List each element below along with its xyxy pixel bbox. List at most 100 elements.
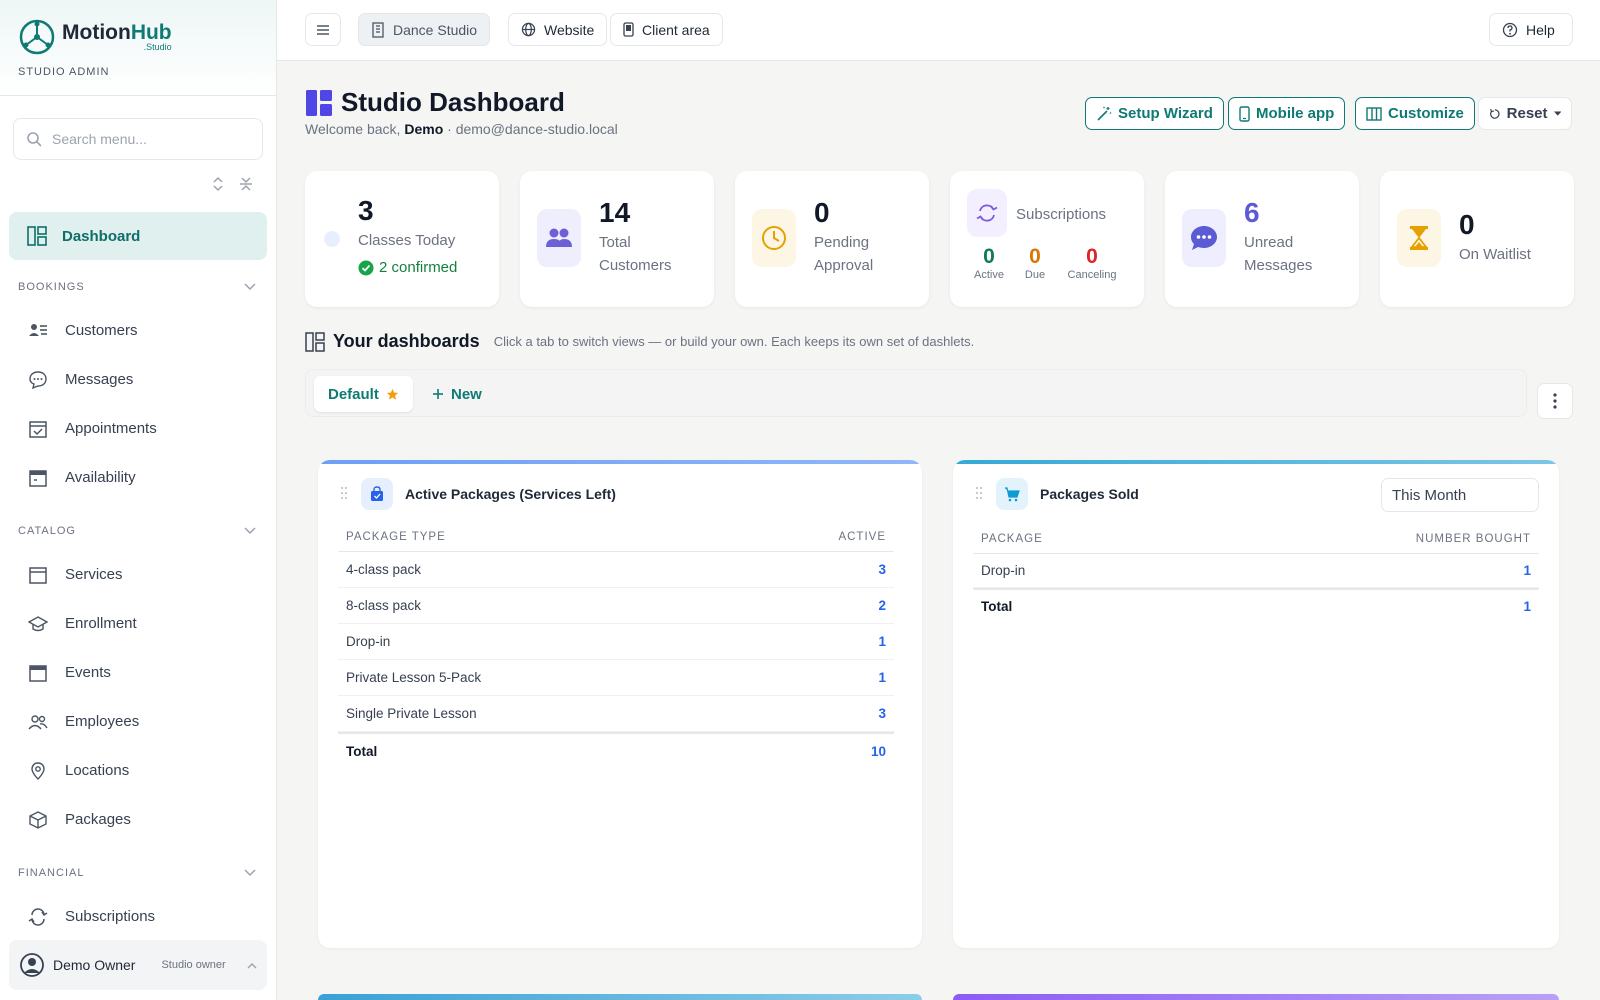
main-content: Studio Dashboard Welcome back, Demo · de…	[277, 61, 1600, 1000]
waitlist-value: 0	[1459, 209, 1475, 240]
table-row[interactable]: 4-class pack 3	[338, 552, 894, 588]
table-row[interactable]: Single Private Lesson 3	[338, 696, 894, 732]
dashboard-options-button[interactable]	[1537, 383, 1573, 419]
table-row[interactable]: Drop-in 1	[338, 624, 894, 660]
users-icon	[546, 228, 572, 247]
next-panel-accent-left	[318, 994, 922, 1000]
help-icon	[1502, 22, 1518, 37]
sidebar-item-subscriptions[interactable]: Subscriptions	[0, 892, 276, 941]
sidebar-item-label: Availability	[65, 469, 136, 486]
search-box	[13, 118, 263, 160]
sidebar-item-availability[interactable]: Availability	[0, 453, 276, 502]
stat-card-subscriptions[interactable]: Subscriptions 0 Active 0 Due 0 Canceling	[950, 171, 1144, 307]
logo-icon	[19, 19, 55, 55]
user-menu[interactable]: Demo Owner Studio owner	[9, 940, 267, 990]
messages-icon-box	[1182, 209, 1226, 267]
brand-role: STUDIO ADMIN	[18, 66, 110, 78]
expand-all-icon[interactable]	[210, 176, 226, 192]
sidebar-item-label: Customers	[65, 322, 138, 339]
sidebar-item-dashboard[interactable]: Dashboard	[9, 212, 267, 260]
dashboard-tabs: Default New	[305, 369, 1527, 417]
website-button[interactable]: Website	[508, 13, 608, 46]
total-customers-label: Total Customers	[599, 234, 672, 274]
table-row[interactable]: Private Lesson 5-Pack 1	[338, 660, 894, 696]
sidebar-item-employees[interactable]: Employees	[0, 697, 276, 746]
stat-card-pending[interactable]: 0 Pending Approval	[735, 171, 929, 307]
table-row[interactable]: 8-class pack 2	[338, 588, 894, 624]
sidebar-item-locations[interactable]: Locations	[0, 746, 276, 795]
chat-icon	[29, 370, 47, 389]
events-icon	[29, 664, 47, 682]
sidebar-item-enrollment[interactable]: Enrollment	[0, 599, 276, 648]
bag-icon-box	[361, 478, 393, 510]
sidebar-item-packages[interactable]: Packages	[0, 795, 276, 844]
sidebar: MotionHub .Studio STUDIO ADMIN Dashboard…	[0, 0, 277, 1000]
customize-button[interactable]: Customize	[1355, 97, 1475, 130]
tab-new[interactable]: New	[418, 376, 496, 412]
sidebar-item-events[interactable]: Events	[0, 648, 276, 697]
drag-handle[interactable]	[340, 486, 348, 505]
menu-toggle-button[interactable]	[305, 13, 341, 46]
building-icon	[372, 21, 384, 38]
logo[interactable]: MotionHub .Studio	[18, 18, 258, 56]
classes-today-label: Classes Today	[358, 232, 456, 249]
help-button[interactable]: Help	[1489, 13, 1573, 46]
topbar: Dance Studio Website Client area Help	[277, 0, 1600, 61]
stat-card-waitlist[interactable]: 0 On Waitlist	[1380, 171, 1574, 307]
sub-canceling-label: Canceling	[1067, 269, 1117, 281]
section-bookings[interactable]: BOOKINGS	[0, 276, 276, 298]
period-select[interactable]: This Month	[1381, 478, 1539, 512]
stat-card-classes[interactable]: 3 Classes Today 2 confirmed	[305, 171, 499, 307]
sidebar-item-label: Messages	[65, 371, 134, 388]
dashboards-title: Your dashboards	[333, 331, 480, 351]
sub-active-label: Active	[974, 269, 1004, 281]
mobile-app-button[interactable]: Mobile app	[1228, 97, 1346, 130]
stat-card-customers[interactable]: 14 Total Customers	[520, 171, 714, 307]
globe-icon	[521, 22, 536, 37]
drag-handle-icon	[340, 486, 348, 500]
drag-handle[interactable]	[975, 486, 983, 505]
chevron-down-icon	[244, 869, 256, 877]
caret-down-icon	[1553, 111, 1561, 116]
waitlist-icon-box	[1397, 209, 1441, 267]
tab-default-label: Default	[328, 385, 379, 403]
sub-active-value: 0	[983, 245, 995, 268]
active-packages-title: Active Packages (Services Left)	[361, 478, 616, 510]
hourglass-icon	[1410, 226, 1428, 250]
chevron-down-icon	[244, 283, 256, 291]
active-packages-panel: Active Packages (Services Left) PACKAGE …	[318, 460, 922, 948]
clock-icon	[762, 226, 786, 250]
section-label: CATALOG	[18, 525, 76, 537]
sidebar-item-label: Enrollment	[65, 615, 137, 632]
page-title: Studio Dashboard	[305, 87, 565, 118]
collapse-all-icon[interactable]	[238, 176, 254, 192]
setup-wizard-button[interactable]: Setup Wizard	[1085, 97, 1224, 130]
sidebar-item-services[interactable]: Services	[0, 550, 276, 599]
search-input[interactable]	[52, 131, 252, 147]
section-financial[interactable]: FINANCIAL	[0, 862, 276, 884]
col-package-type: PACKAGE TYPE	[346, 530, 446, 543]
section-catalog[interactable]: CATALOG	[0, 520, 276, 542]
client-area-button[interactable]: Client area	[610, 13, 723, 46]
sidebar-item-messages[interactable]: Messages	[0, 355, 276, 404]
sidebar-item-appointments[interactable]: Appointments	[0, 404, 276, 453]
customers-icon	[29, 323, 47, 336]
sub-canceling-value: 0	[1086, 245, 1098, 268]
section-label: FINANCIAL	[18, 867, 85, 879]
reset-button[interactable]: Reset	[1478, 97, 1572, 130]
sub-due-value: 0	[1029, 245, 1041, 268]
stat-card-messages[interactable]: 6 Unread Messages	[1165, 171, 1359, 307]
col-package: PACKAGE	[981, 532, 1043, 545]
table-total-row: Total 1	[973, 588, 1539, 622]
calendar-check-icon	[29, 420, 47, 438]
help-label: Help	[1526, 21, 1555, 38]
subscriptions-label: Subscriptions	[1016, 206, 1107, 223]
tab-default[interactable]: Default	[314, 376, 413, 412]
sidebar-item-customers[interactable]: Customers	[0, 306, 276, 355]
welcome-name: Demo	[404, 121, 444, 137]
cart-icon-box	[996, 478, 1028, 510]
table-row[interactable]: Drop-in 1	[973, 554, 1539, 588]
studio-selector-button[interactable]: Dance Studio	[358, 13, 491, 46]
panel-accent-bar	[953, 460, 1559, 464]
sub-due: 0 Due	[1020, 245, 1050, 281]
